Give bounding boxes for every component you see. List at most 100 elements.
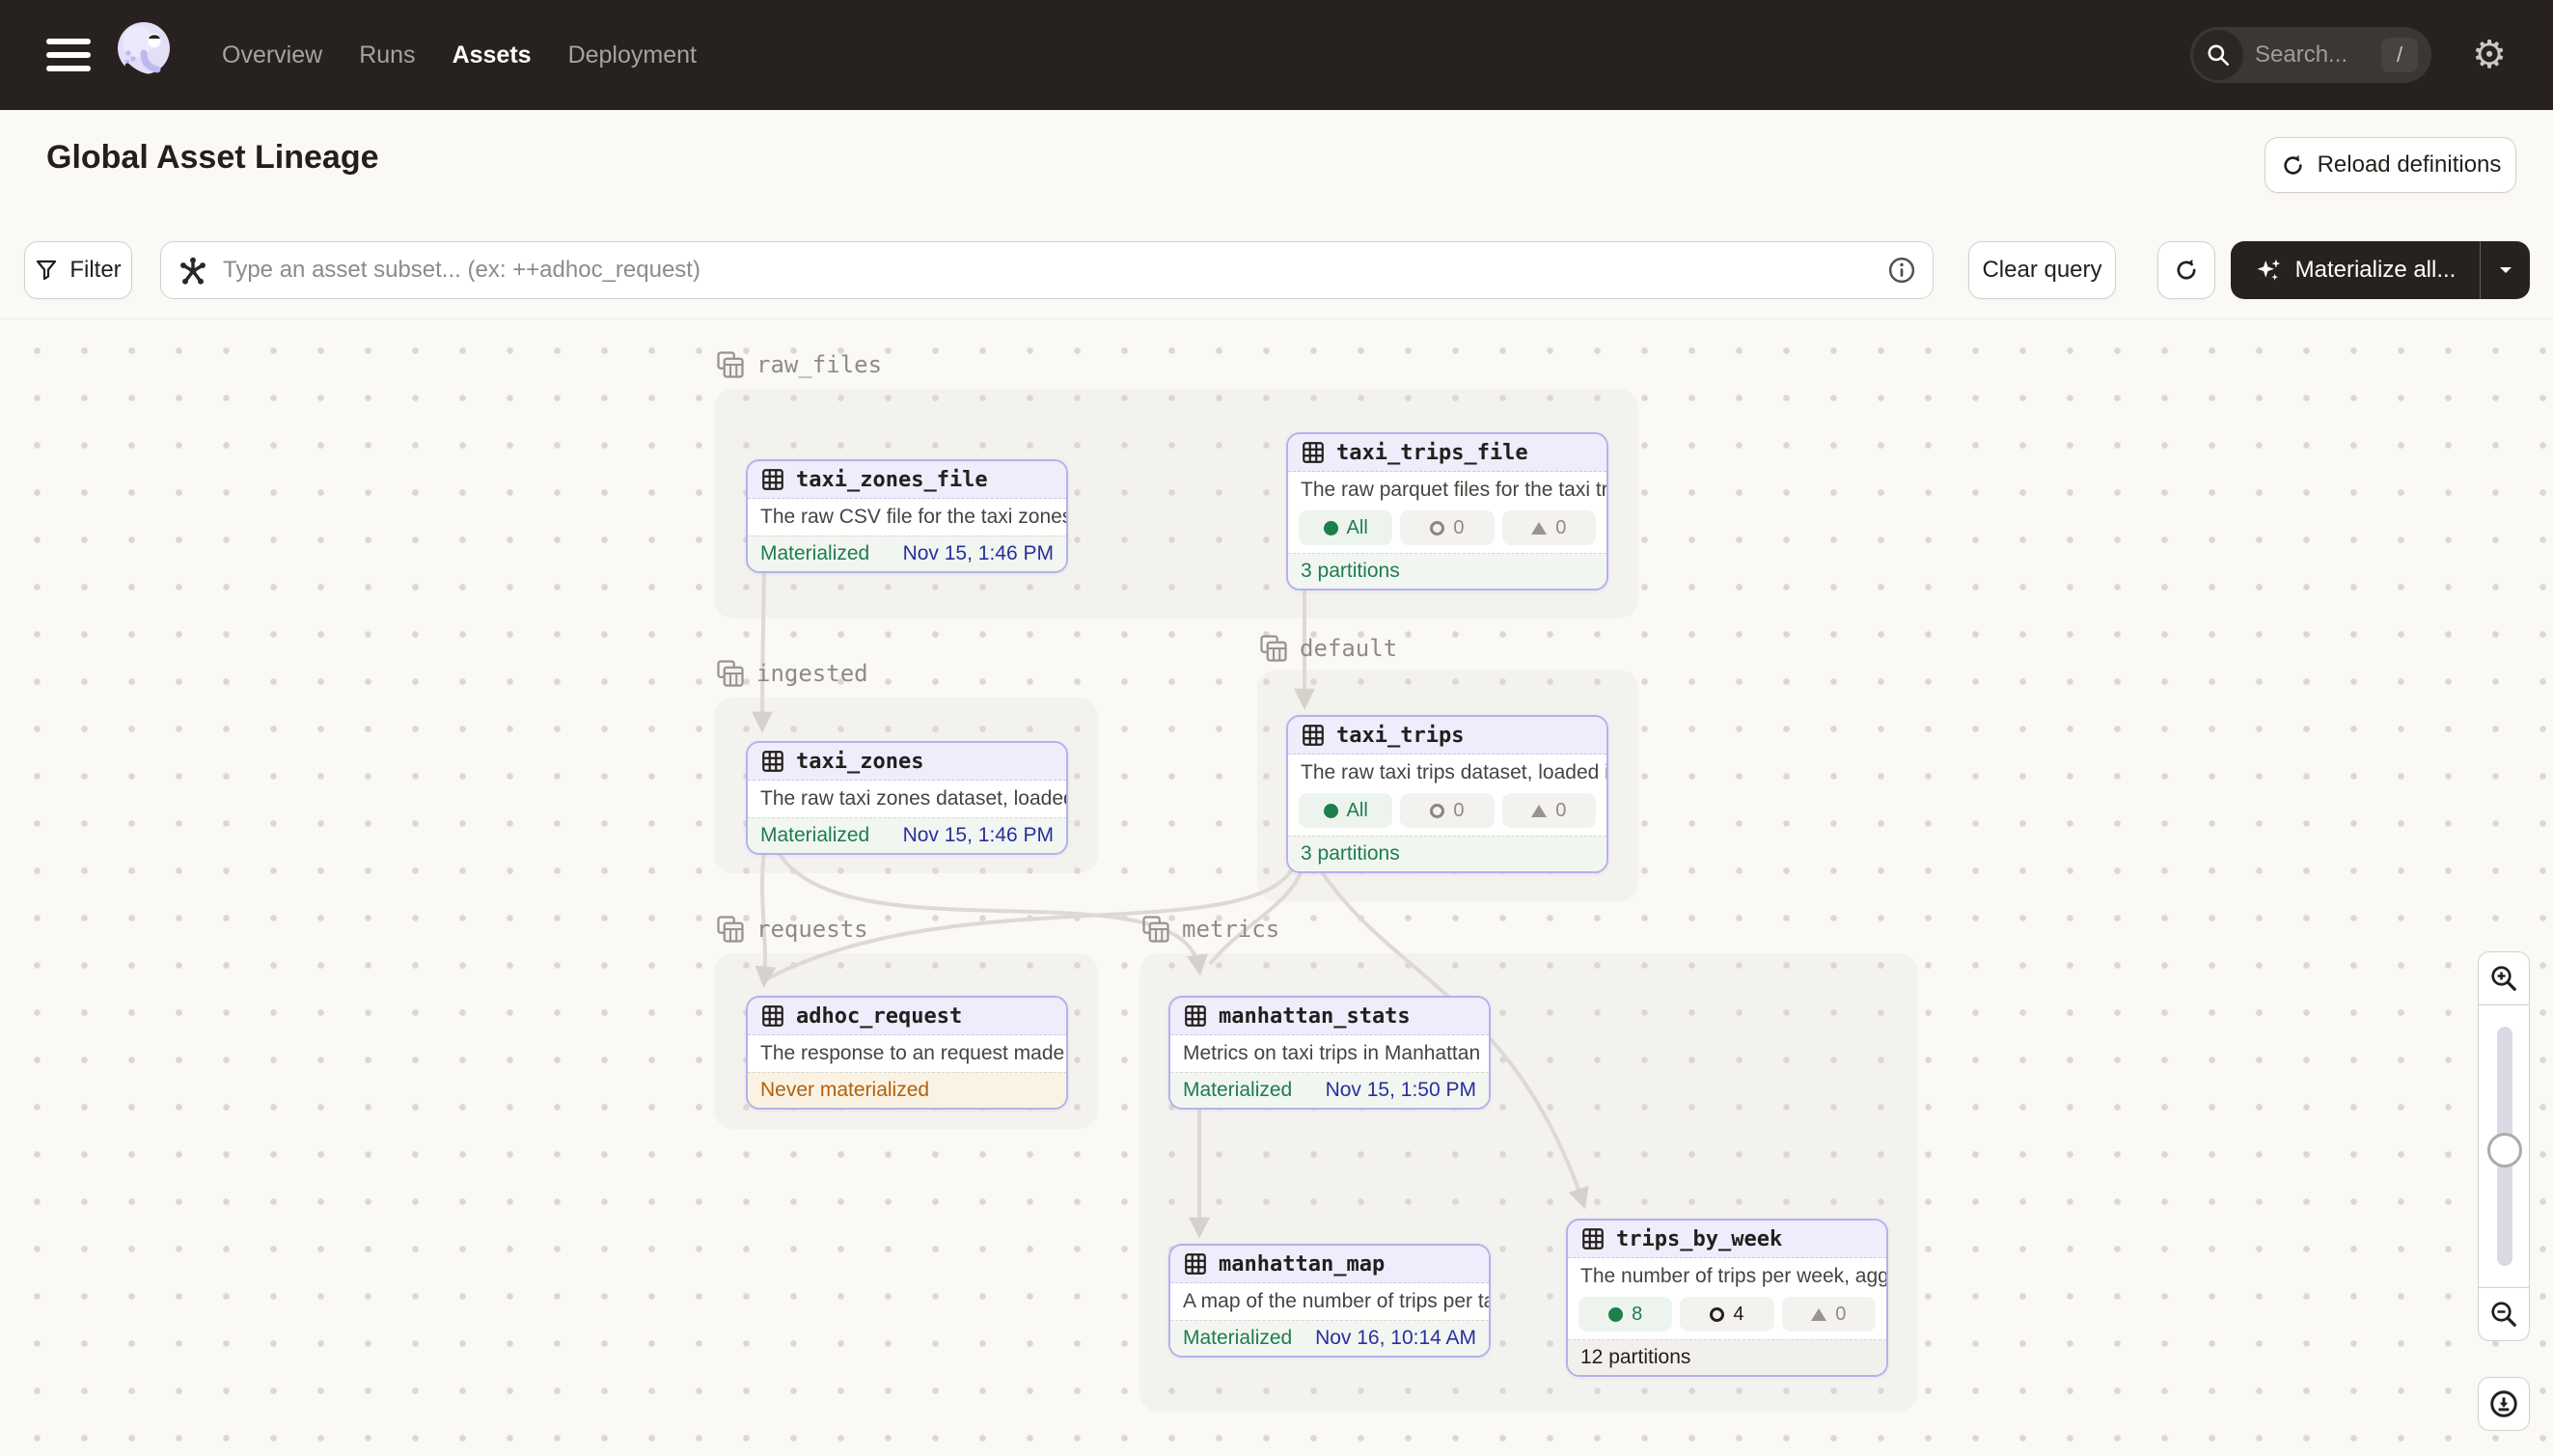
failed-ring-icon [1430, 521, 1444, 536]
zoom-out-button[interactable] [2478, 1287, 2530, 1341]
asset-description: The raw CSV file for the taxi zones dat.… [748, 499, 1066, 536]
table-icon [1301, 723, 1326, 748]
asset-subset-input[interactable] [160, 241, 1934, 299]
partition-count: 3 partitions [1301, 560, 1400, 583]
download-icon [2488, 1388, 2519, 1419]
lineage-canvas[interactable]: raw_files ingested default requests metr… [0, 318, 2553, 1455]
group-name: default [1300, 635, 1397, 662]
download-image-button[interactable] [2478, 1377, 2530, 1431]
zoom-slider-thumb[interactable] [2487, 1133, 2522, 1168]
failed-ring-icon [1430, 804, 1444, 818]
group-name: ingested [756, 660, 868, 687]
group-label-requests[interactable]: requests [716, 915, 868, 944]
asset-node-taxi-zones[interactable]: taxi_zones The raw taxi zones dataset, l… [746, 741, 1068, 855]
partition-health-pills: All 0 0 [1288, 791, 1606, 836]
materialized-dot-icon [1324, 521, 1338, 536]
asset-node-taxi-trips-file[interactable]: taxi_trips_file The raw parquet files fo… [1286, 432, 1608, 591]
partitions-missing-pill[interactable]: 0 [1502, 793, 1596, 828]
table-icon [1580, 1226, 1606, 1251]
materialized-dot-icon [1324, 804, 1338, 818]
group-label-metrics[interactable]: metrics [1141, 915, 1279, 944]
zoom-slider[interactable] [2478, 1005, 2530, 1287]
nav-link-runs[interactable]: Runs [359, 41, 415, 69]
group-label-ingested[interactable]: ingested [716, 659, 868, 688]
asset-node-manhattan-map[interactable]: manhattan_map A map of the number of tri… [1168, 1244, 1491, 1358]
materialize-options-caret[interactable] [2480, 241, 2530, 299]
asset-node-taxi-trips[interactable]: taxi_trips The raw taxi trips dataset, l… [1286, 715, 1608, 873]
asset-node-header: taxi_zones [748, 743, 1066, 781]
chevron-down-icon [2496, 261, 2515, 280]
table-icon [1183, 1251, 1208, 1277]
nav-link-deployment[interactable]: Deployment [568, 41, 697, 69]
asset-node-header: trips_by_week [1568, 1221, 1886, 1258]
reload-definitions-label: Reload definitions [2318, 151, 2502, 179]
primary-nav: Overview Runs Assets Deployment [222, 41, 697, 69]
status-badge: Never materialized [760, 1079, 929, 1102]
group-label-default[interactable]: default [1259, 634, 1397, 663]
asset-node-manhattan-stats[interactable]: manhattan_stats Metrics on taxi trips in… [1168, 996, 1491, 1110]
dagster-octopus-logo[interactable] [114, 20, 178, 90]
materialization-timestamp-link[interactable]: Nov 15, 1:46 PM [903, 542, 1054, 565]
stacked-tables-icon [1259, 634, 1288, 663]
partitions-failed-pill[interactable]: 4 [1680, 1297, 1773, 1332]
zoom-in-button[interactable] [2478, 951, 2530, 1005]
asset-description: A map of the number of trips per taxi z.… [1170, 1283, 1489, 1320]
materialize-all-button[interactable]: Materialize all... [2231, 241, 2530, 299]
group-name: metrics [1182, 916, 1279, 943]
partitions-missing-pill[interactable]: 0 [1782, 1297, 1876, 1332]
nav-link-assets[interactable]: Assets [453, 41, 532, 69]
materialization-timestamp-link[interactable]: Nov 16, 10:14 AM [1315, 1327, 1476, 1350]
filter-label: Filter [69, 257, 121, 284]
asset-selector-icon [178, 256, 208, 287]
search-shortcut-badge: / [2381, 38, 2418, 72]
refresh-graph-button[interactable] [2157, 241, 2215, 299]
asset-node-adhoc-request[interactable]: adhoc_request The response to an request… [746, 996, 1068, 1110]
asset-name: adhoc_request [796, 1004, 962, 1029]
asset-status-footer: 3 partitions [1288, 553, 1606, 589]
reload-definitions-button[interactable]: Reload definitions [2265, 137, 2516, 193]
materialization-timestamp-link[interactable]: Nov 15, 1:50 PM [1326, 1079, 1476, 1102]
refresh-icon [2173, 257, 2200, 284]
group-label-raw-files[interactable]: raw_files [716, 350, 882, 379]
partitions-missing-pill[interactable]: 0 [1502, 510, 1596, 545]
clear-query-label: Clear query [1982, 257, 2101, 284]
page-header: Global Asset Lineage Reload definitions [0, 110, 2553, 214]
search-input[interactable] [2255, 41, 2371, 69]
asset-name: taxi_trips [1336, 724, 1464, 748]
nav-link-overview[interactable]: Overview [222, 41, 322, 69]
materialization-timestamp-link[interactable]: Nov 15, 1:46 PM [903, 824, 1054, 847]
asset-node-header: taxi_trips [1288, 717, 1606, 755]
asset-node-taxi-zones-file[interactable]: taxi_zones_file The raw CSV file for the… [746, 459, 1068, 573]
clear-query-button[interactable]: Clear query [1968, 241, 2116, 299]
missing-triangle-icon [1531, 805, 1547, 817]
menu-icon[interactable] [46, 39, 91, 71]
materialize-all-label: Materialize all... [2295, 257, 2457, 284]
stacked-tables-icon [716, 350, 745, 379]
info-circle-icon[interactable] [1887, 256, 1916, 285]
asset-description: The number of trips per week, aggreg... [1568, 1258, 1886, 1295]
partitions-failed-pill[interactable]: 0 [1400, 793, 1494, 828]
table-icon [1301, 440, 1326, 465]
sparkle-icon [2255, 256, 2284, 285]
partitions-materialized-pill[interactable]: All [1299, 793, 1392, 828]
failed-ring-icon [1710, 1307, 1724, 1322]
funnel-icon [35, 259, 58, 282]
asset-node-header: taxi_trips_file [1288, 434, 1606, 472]
asset-name: taxi_zones [796, 750, 923, 774]
top-navbar: Overview Runs Assets Deployment / ⚙ [0, 0, 2553, 110]
global-search[interactable]: / [2190, 27, 2431, 83]
settings-gear-icon[interactable]: ⚙ [2460, 33, 2518, 77]
partitions-materialized-pill[interactable]: All [1299, 510, 1392, 545]
partitions-failed-pill[interactable]: 0 [1400, 510, 1494, 545]
partitions-materialized-pill[interactable]: 8 [1578, 1297, 1672, 1332]
partition-count: 3 partitions [1301, 842, 1400, 865]
asset-node-header: manhattan_stats [1170, 998, 1489, 1035]
materialized-dot-icon [1608, 1307, 1623, 1322]
asset-description: The response to an request made in th... [748, 1035, 1066, 1072]
stacked-tables-icon [716, 659, 745, 688]
asset-status-footer: Materialized Nov 15, 1:46 PM [748, 817, 1066, 853]
lineage-toolbar: Filter Clear query Materialize all... [0, 214, 2553, 318]
asset-node-trips-by-week[interactable]: trips_by_week The number of trips per we… [1566, 1219, 1888, 1377]
refresh-icon [2280, 152, 2306, 179]
filter-button[interactable]: Filter [24, 241, 132, 299]
